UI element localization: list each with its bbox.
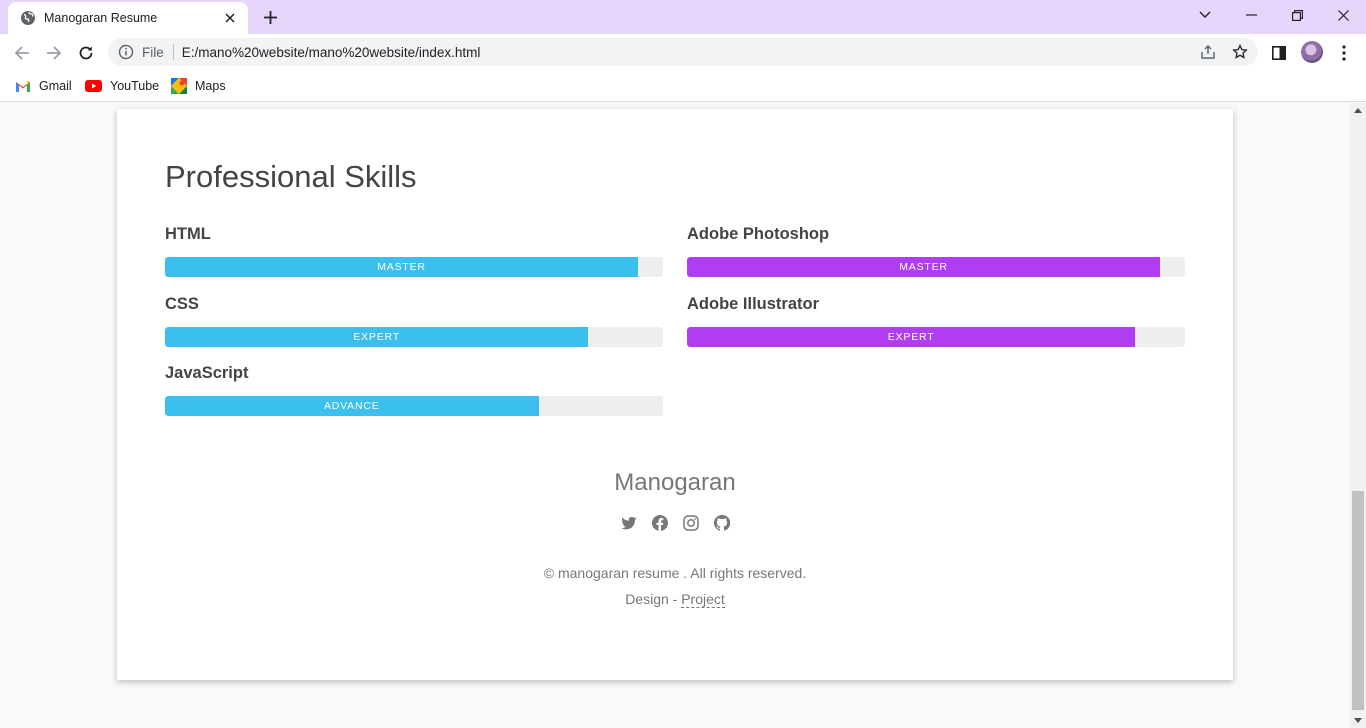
bookmarks-bar: Gmail YouTube Maps — [0, 70, 1366, 102]
maps-icon — [171, 78, 187, 94]
browser-toolbar: File E:/mano%20website/mano%20website/in… — [0, 34, 1366, 70]
tab-title: Manogaran Resume — [44, 11, 158, 25]
skill-item-html: HTML MASTER — [165, 225, 663, 277]
back-button[interactable] — [9, 40, 35, 66]
skill-level: EXPERT — [887, 331, 935, 343]
minimize-button[interactable] — [1228, 0, 1274, 30]
bookmark-star-icon[interactable] — [1231, 43, 1249, 61]
bookmark-gmail[interactable]: Gmail — [15, 76, 72, 96]
youtube-icon — [85, 80, 102, 92]
social-links — [117, 515, 1233, 531]
skill-progress-fill: ADVANCE — [165, 396, 539, 416]
bookmark-label: Gmail — [39, 79, 72, 93]
close-tab-icon[interactable] — [222, 10, 238, 26]
skill-item-photoshop: Adobe Photoshop MASTER — [687, 225, 1185, 277]
skill-name: JavaScript — [165, 364, 249, 382]
url-scheme: File — [142, 44, 164, 60]
skill-progress-fill: MASTER — [687, 257, 1161, 277]
address-separator — [172, 44, 174, 60]
skill-item-javascript: JavaScript ADVANCE — [165, 364, 663, 416]
scroll-down-arrow-icon[interactable] — [1354, 718, 1362, 723]
bookmark-label: Maps — [195, 79, 226, 93]
share-icon[interactable] — [1199, 43, 1217, 61]
skill-name: HTML — [165, 225, 211, 243]
skill-progress-fill: MASTER — [165, 257, 639, 277]
info-icon[interactable] — [118, 44, 134, 60]
skill-level: ADVANCE — [323, 400, 380, 412]
skill-progress-bar: EXPERT — [687, 327, 1185, 347]
skill-progress-bar: MASTER — [687, 257, 1185, 277]
skill-level: MASTER — [377, 261, 426, 273]
skill-name: CSS — [165, 295, 199, 313]
facebook-icon[interactable] — [651, 515, 668, 531]
scroll-up-arrow-icon[interactable] — [1354, 108, 1362, 113]
design-credit: Design - Project — [117, 591, 1233, 608]
skill-progress-bar: MASTER — [165, 257, 663, 277]
globe-icon — [20, 10, 36, 26]
copyright-text: © manogaran resume . All rights reserved… — [543, 565, 807, 581]
instagram-icon[interactable] — [682, 515, 699, 531]
skill-progress-bar: ADVANCE — [165, 396, 663, 416]
restore-button[interactable] — [1274, 0, 1320, 30]
address-bar[interactable]: File E:/mano%20website/mano%20website/in… — [108, 38, 1258, 66]
skill-progress-bar: EXPERT — [165, 327, 663, 347]
side-panel-icon[interactable] — [1268, 42, 1290, 64]
forward-button[interactable] — [41, 40, 67, 66]
skill-item-illustrator: Adobe Illustrator EXPERT — [687, 295, 1185, 347]
vertical-scrollbar[interactable] — [1350, 103, 1366, 728]
close-window-button[interactable] — [1320, 0, 1366, 30]
footer-name: Manogaran — [614, 469, 736, 496]
menu-icon[interactable] — [1333, 42, 1355, 64]
bookmark-label: YouTube — [110, 79, 160, 93]
skill-level: EXPERT — [353, 331, 400, 343]
twitter-icon[interactable] — [620, 515, 637, 531]
reload-button[interactable] — [73, 40, 99, 66]
project-link[interactable]: Project — [681, 591, 725, 608]
resume-card: Professional Skills HTML MASTER Adobe Ph… — [117, 109, 1233, 680]
url-text[interactable]: E:/mano%20website/mano%20website/index.h… — [182, 45, 481, 60]
skill-item-css: CSS EXPERT — [165, 295, 663, 347]
tab-strip: Manogaran Resume — [0, 0, 1366, 34]
skill-progress-fill: EXPERT — [165, 327, 589, 347]
tab-search-button[interactable] — [1182, 0, 1228, 30]
page-viewport: Professional Skills HTML MASTER Adobe Ph… — [0, 103, 1350, 728]
scroll-thumb[interactable] — [1352, 491, 1364, 710]
skill-level: MASTER — [899, 261, 948, 273]
skill-name: Adobe Photoshop — [687, 225, 830, 243]
skill-name: Adobe Illustrator — [687, 295, 820, 313]
bookmark-maps[interactable]: Maps — [171, 76, 226, 96]
github-icon[interactable] — [713, 515, 730, 531]
bookmark-youtube[interactable]: YouTube — [85, 76, 159, 96]
browser-tab[interactable]: Manogaran Resume — [8, 2, 248, 34]
skill-progress-fill: EXPERT — [687, 327, 1136, 347]
new-tab-button[interactable] — [258, 7, 282, 27]
gmail-icon — [16, 81, 30, 92]
profile-avatar[interactable] — [1301, 41, 1323, 63]
design-prefix: Design - — [625, 591, 682, 607]
section-title: Professional Skills — [165, 159, 417, 194]
